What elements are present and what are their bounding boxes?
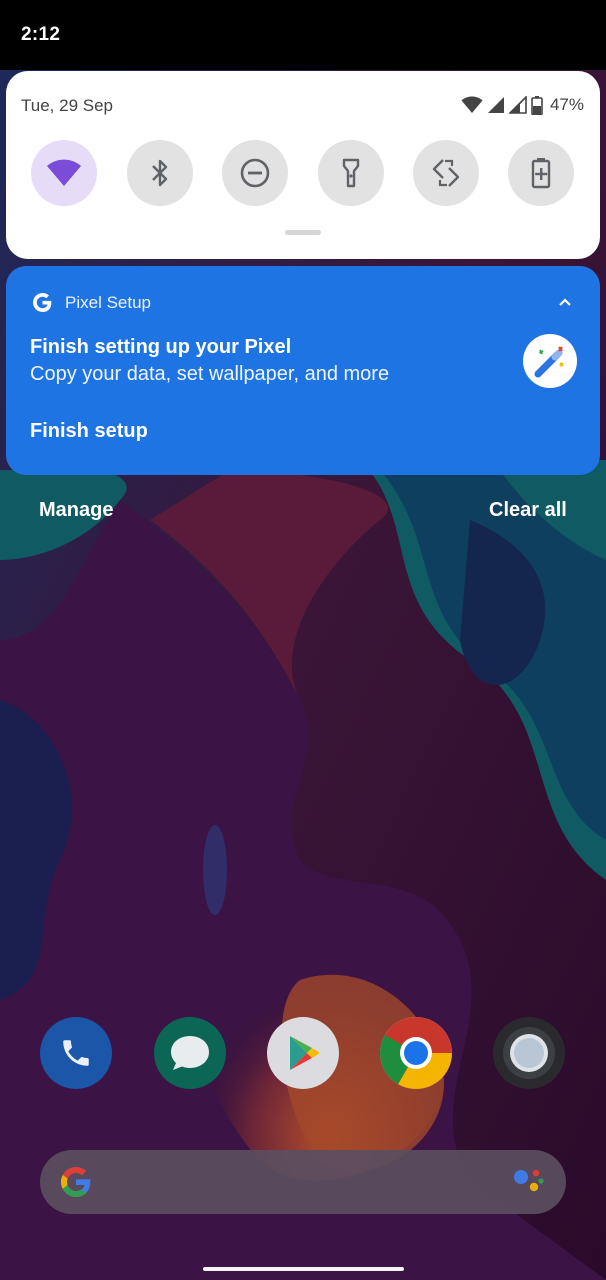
chevron-up-icon[interactable]	[558, 297, 572, 307]
do-not-disturb-icon	[240, 158, 270, 188]
gesture-nav-handle[interactable]	[203, 1267, 404, 1271]
finish-setup-button[interactable]: Finish setup	[30, 420, 148, 443]
qs-status-icons: 47%	[461, 95, 584, 115]
magic-wand-icon	[534, 346, 564, 378]
tile-auto-rotate[interactable]	[413, 140, 479, 206]
assistant-icon[interactable]	[512, 1167, 546, 1197]
wifi-icon	[461, 96, 483, 113]
dock-play-store[interactable]	[267, 1017, 339, 1089]
battery-icon	[531, 95, 543, 115]
auto-rotate-icon	[432, 159, 460, 187]
tile-wifi[interactable]	[31, 140, 97, 206]
battery-saver-icon	[531, 158, 551, 189]
qs-tiles	[31, 140, 581, 206]
manage-button[interactable]: Manage	[39, 499, 113, 522]
cell-signal-icon	[487, 97, 504, 113]
dock-camera[interactable]	[493, 1017, 565, 1089]
dock-messages[interactable]	[154, 1017, 226, 1089]
tile-flashlight[interactable]	[318, 140, 384, 206]
tile-do-not-disturb[interactable]	[222, 140, 288, 206]
notification-app-name: Pixel Setup	[65, 293, 151, 312]
cell-signal-icon	[508, 96, 527, 114]
play-store-icon	[290, 1036, 320, 1070]
dock-phone[interactable]	[40, 1017, 112, 1089]
chrome-icon	[380, 1017, 452, 1089]
tile-battery-saver[interactable]	[508, 140, 574, 206]
status-clock: 2:12	[21, 24, 61, 45]
phone-icon	[63, 1040, 89, 1066]
camera-icon	[503, 1027, 555, 1079]
qs-drag-handle[interactable]	[285, 230, 321, 235]
flashlight-icon	[342, 158, 360, 188]
notification-title: Finish setting up your Pixel	[30, 336, 292, 358]
wifi-icon	[47, 159, 81, 186]
messages-icon	[171, 1036, 209, 1070]
qs-date[interactable]: Tue, 29 Sep	[21, 96, 113, 116]
notification-body: Copy your data, set wallpaper, and more	[30, 363, 390, 385]
quick-settings-panel: Tue, 29 Sep 47%	[6, 71, 600, 259]
battery-percent: 47%	[549, 95, 584, 114]
tile-bluetooth[interactable]	[127, 140, 193, 206]
google-g-icon	[33, 293, 52, 312]
google-g-icon	[61, 1167, 91, 1197]
bluetooth-icon	[152, 159, 168, 187]
notification-large-icon	[523, 334, 577, 388]
status-bar: 2:12	[0, 0, 606, 70]
notification-pixel-setup[interactable]: Pixel Setup Finish setting up your Pixel…	[6, 266, 600, 475]
clear-all-button[interactable]: Clear all	[489, 499, 567, 522]
google-search-bar[interactable]	[40, 1150, 566, 1214]
dock-chrome[interactable]	[380, 1017, 452, 1089]
